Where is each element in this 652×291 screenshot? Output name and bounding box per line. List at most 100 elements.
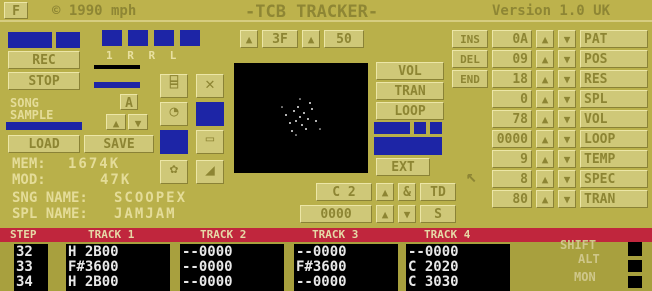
spl-down-button[interactable]: ▼	[558, 90, 576, 108]
mode-toggle[interactable]	[374, 122, 410, 134]
temp-down-button[interactable]: ▼	[558, 150, 576, 168]
track-cell[interactable]: --0000	[296, 245, 347, 259]
track-cell[interactable]: --0000	[182, 245, 233, 259]
c2-note[interactable]: C 2	[316, 183, 372, 201]
mode-toggle[interactable]	[374, 137, 442, 155]
song-sample-toggle[interactable]	[6, 122, 82, 130]
mem-value: 1674K	[68, 156, 121, 172]
pat-down-button[interactable]: ▼	[558, 30, 576, 48]
vol-down-button[interactable]: ▼	[558, 110, 576, 128]
alt-label: ALT	[578, 252, 600, 266]
pos-button[interactable]: POS	[580, 50, 648, 68]
sample-icon[interactable]: ✿	[160, 160, 188, 184]
track-cell[interactable]: C 3030	[408, 275, 459, 289]
counter-up-button[interactable]: ▲	[376, 205, 394, 223]
vol-button[interactable]: VOL	[580, 110, 648, 128]
song-name-label: SNG NAME:	[12, 190, 88, 206]
tran-down-button[interactable]: ▼	[558, 190, 576, 208]
channel-indicator[interactable]	[56, 32, 80, 48]
ramp-icon[interactable]: ◢	[196, 160, 224, 184]
pat-button[interactable]: PAT	[580, 30, 648, 48]
spl-button[interactable]: SPL	[580, 90, 648, 108]
track-cell[interactable]: --0000	[408, 245, 459, 259]
tran-up-button[interactable]: ▲	[536, 190, 554, 208]
spec-down-button[interactable]: ▼	[558, 170, 576, 188]
blank-slot[interactable]	[196, 102, 224, 126]
down-arrow-button[interactable]: ▼	[128, 114, 148, 130]
a-button[interactable]: A	[120, 94, 138, 110]
channel-indicator[interactable]	[8, 32, 52, 48]
res-button[interactable]: RES	[580, 70, 648, 88]
channel-toggle-1[interactable]	[102, 30, 122, 46]
channel-toggle-4[interactable]	[180, 30, 200, 46]
channel-toggle-3[interactable]	[154, 30, 174, 46]
spl-up-button[interactable]: ▲	[536, 90, 554, 108]
pos-up-button[interactable]: ▲	[536, 50, 554, 68]
sample-name-value[interactable]: JAMJAM	[114, 206, 177, 222]
blank-slot[interactable]	[160, 130, 188, 154]
speed-up-button[interactable]: ▲	[240, 30, 258, 48]
loop-up-button[interactable]: ▲	[536, 130, 554, 148]
app-title: -TCB TRACKER-	[245, 2, 379, 22]
mon-label: MON	[574, 270, 596, 284]
value-loop: 0000	[492, 130, 532, 148]
save-button[interactable]: SAVE	[84, 135, 154, 153]
track-cell[interactable]: C 2020	[408, 260, 459, 274]
loop-button[interactable]: LOOP	[580, 130, 648, 148]
stop-button[interactable]: STOP	[8, 72, 80, 90]
step-number: 32	[16, 244, 33, 260]
temp-up-button[interactable]: ▲	[536, 150, 554, 168]
mode-toggle[interactable]	[414, 122, 426, 134]
load-button[interactable]: LOAD	[8, 135, 80, 153]
loop-button[interactable]: LOOP	[376, 102, 444, 120]
track-cell[interactable]: --0000	[182, 260, 233, 274]
song-name-value[interactable]: SCOOPEX	[114, 190, 187, 206]
speed2-value: 50	[324, 30, 364, 48]
track-cell[interactable]: --0000	[296, 275, 347, 289]
tran-button[interactable]: TRAN	[580, 190, 648, 208]
spec-button[interactable]: SPEC	[580, 170, 648, 188]
header-track-2: TRACK 2	[200, 228, 247, 241]
counter-extra-button[interactable]: S	[420, 205, 456, 223]
res-down-button[interactable]: ▼	[558, 70, 576, 88]
vol-button[interactable]: VOL	[376, 62, 444, 80]
speed2-up-button[interactable]: ▲	[302, 30, 320, 48]
res-up-button[interactable]: ▲	[536, 70, 554, 88]
counter-value: 0000	[300, 205, 372, 223]
copyright-text: © 1990 mph	[52, 3, 137, 19]
value-pos: 09	[492, 50, 532, 68]
ampersand-button[interactable]: &	[398, 183, 416, 201]
mode-toggle[interactable]	[430, 122, 442, 134]
loop-down-button[interactable]: ▼	[558, 130, 576, 148]
end-button[interactable]: END	[452, 70, 488, 88]
channel-toggle-2[interactable]	[128, 30, 148, 46]
track-cell[interactable]: H 2B00	[68, 245, 119, 259]
track-cell[interactable]: H 2B00	[68, 275, 119, 289]
pointer-icon: ↖	[466, 166, 477, 187]
del-button[interactable]: DEL	[452, 50, 488, 68]
ext-button[interactable]: EXT	[376, 158, 430, 176]
td-button[interactable]: TD	[420, 183, 456, 201]
rec-button[interactable]: REC	[8, 51, 80, 69]
spec-up-button[interactable]: ▲	[536, 170, 554, 188]
vol-up-button[interactable]: ▲	[536, 110, 554, 128]
clock-icon[interactable]: ◔	[160, 102, 188, 126]
title-bar: F © 1990 mph -TCB TRACKER- Version 1.0 U…	[0, 0, 652, 22]
track-cell[interactable]: F#3600	[68, 260, 119, 274]
file-icon[interactable]: ▭	[196, 130, 224, 154]
pos-down-button[interactable]: ▼	[558, 50, 576, 68]
counter-down-button[interactable]: ▼	[398, 205, 416, 223]
menu-button[interactable]: F	[4, 2, 28, 19]
value-pat: 0A	[492, 30, 532, 48]
track-cell[interactable]: F#3600	[296, 260, 347, 274]
up-arrow-button[interactable]: ▲	[106, 114, 126, 130]
track-cell[interactable]: --0000	[182, 275, 233, 289]
disk-icon[interactable]: ⌸	[160, 74, 188, 98]
tran-button[interactable]: TRAN	[376, 82, 444, 100]
pat-up-button[interactable]: ▲	[536, 30, 554, 48]
ins-button[interactable]: INS	[452, 30, 488, 48]
level-meter	[94, 65, 140, 69]
temp-button[interactable]: TEMP	[580, 150, 648, 168]
cross-icon[interactable]: ✕	[196, 74, 224, 98]
note-up-button[interactable]: ▲	[376, 183, 394, 201]
